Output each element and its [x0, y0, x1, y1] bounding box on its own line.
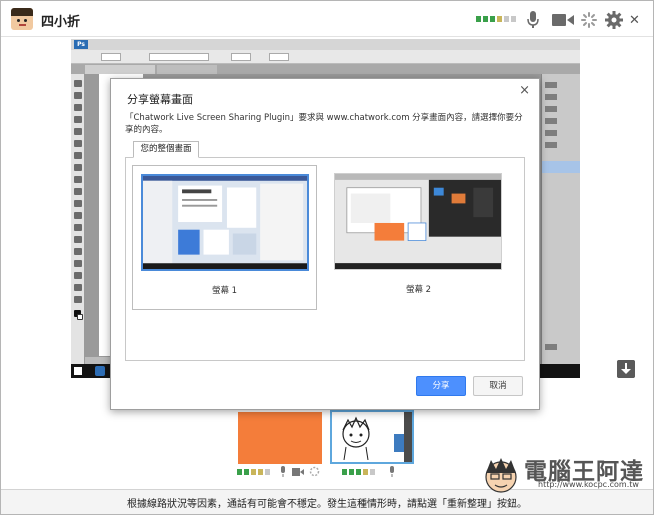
camera-icon [292, 468, 304, 476]
signal-strength-icon [237, 469, 270, 475]
participant-video-tile[interactable] [238, 412, 322, 464]
dialog-close-icon[interactable]: × [519, 83, 530, 98]
tab-entire-screen[interactable]: 您的整個畫面 [133, 141, 199, 158]
taskbar-app-icon [95, 366, 105, 376]
microphone-icon [281, 466, 285, 477]
camera-icon[interactable] [552, 13, 574, 27]
dialog-title: 分享螢幕畫面 [127, 93, 193, 106]
screen-option-1[interactable]: 螢幕 1 [132, 165, 317, 310]
screen-picker-panel: 螢幕 1 螢幕 2 [125, 157, 525, 361]
loading-spinner-icon [581, 12, 597, 28]
ps-toolbox [71, 74, 85, 364]
ps-options-bar [71, 50, 580, 64]
windows-start-icon [74, 367, 82, 375]
loading-spinner-icon [309, 466, 320, 477]
microphone-icon[interactable] [526, 11, 540, 29]
gear-icon[interactable] [605, 11, 623, 29]
screen-option-2[interactable]: 螢幕 2 [326, 165, 511, 310]
call-header: 四小折 ✕ [1, 1, 653, 37]
watermark-url: http://www.kocpc.com.tw [538, 480, 639, 489]
cancel-button[interactable]: 取消 [473, 376, 523, 396]
screen-1-thumbnail [141, 174, 309, 271]
status-footer: 根據線路狀況等因素，通話有可能會不穩定。發生這種情形時，請點選「重新整理」按鈕。 [1, 489, 653, 514]
download-icon[interactable] [617, 360, 635, 378]
user-name: 四小折 [41, 15, 81, 30]
microphone-icon [390, 466, 394, 477]
dialog-description: 「Chatwork Live Screen Sharing Plugin」要求與… [125, 113, 523, 135]
connection-notice: 根據線路狀況等因素，通話有可能會不穩定。發生這種情形時，請點選「重新整理」按鈕。 [127, 499, 527, 510]
signal-strength-icon [476, 16, 516, 22]
photoshop-logo: Ps [74, 40, 88, 49]
share-button[interactable]: 分享 [416, 376, 466, 396]
screen-1-label: 螢幕 1 [211, 286, 238, 296]
share-screen-dialog: 分享螢幕畫面 × 「Chatwork Live Screen Sharing P… [110, 78, 540, 410]
screen-2-label: 螢幕 2 [405, 285, 432, 295]
close-icon[interactable]: ✕ [629, 13, 640, 28]
ps-panels [541, 74, 580, 364]
sketch-character [342, 416, 370, 460]
signal-strength-icon [342, 469, 375, 475]
avatar [11, 8, 33, 30]
screen-2-thumbnail [334, 173, 502, 270]
ps-doc-tabs [71, 64, 580, 74]
ps-menubar [71, 39, 580, 50]
watermark-mascot-icon [485, 458, 517, 493]
participant-video-tile-active[interactable] [330, 410, 414, 464]
